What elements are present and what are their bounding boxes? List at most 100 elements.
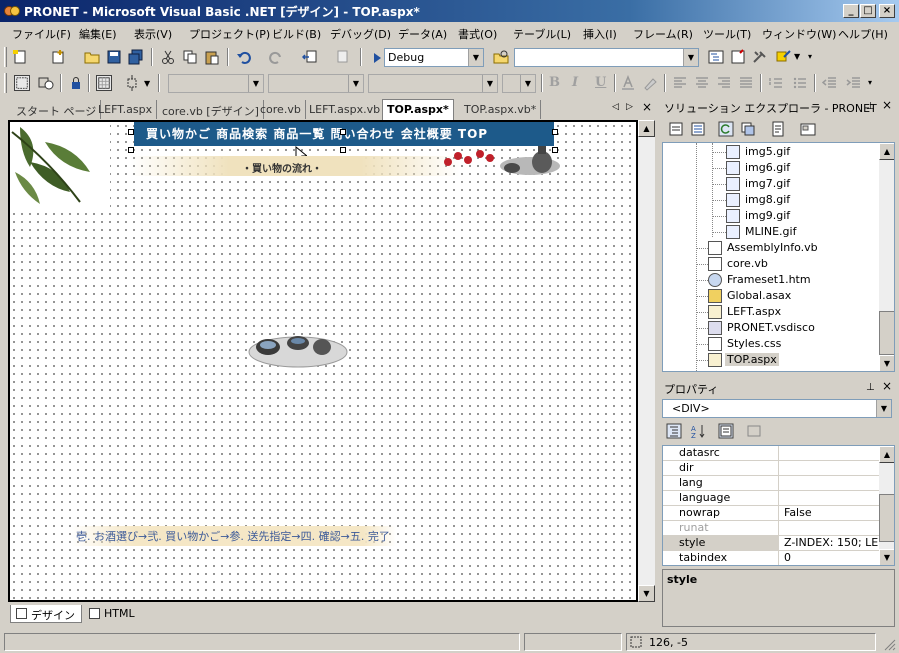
menu-tools[interactable]: ツール(T) (703, 26, 751, 42)
italic-button[interactable]: I (572, 75, 578, 90)
scroll-up-icon[interactable]: ▲ (879, 446, 894, 463)
scroll-down-icon[interactable]: ▼ (879, 549, 894, 565)
copy-project-icon[interactable] (740, 121, 756, 137)
view-code-icon[interactable] (770, 121, 786, 137)
design-mode-icon[interactable] (14, 75, 30, 91)
events-icon[interactable] (746, 423, 762, 439)
properties-title-bar[interactable]: プロパティ ⊥ × (660, 379, 896, 397)
chevron-down-icon[interactable]: ▼ (482, 75, 497, 92)
menu-table[interactable]: テーブル(L) (513, 26, 571, 42)
copy-icon[interactable] (182, 49, 198, 65)
properties-vertical-scrollbar[interactable]: ▲ ▼ (879, 446, 894, 565)
class-view-icon[interactable] (776, 49, 792, 65)
menu-help[interactable]: ヘルプ(H) (838, 26, 888, 42)
align-center-icon[interactable] (694, 75, 710, 91)
property-row-dir[interactable]: dir (663, 461, 879, 476)
scroll-thumb[interactable] (879, 494, 894, 542)
properties-icon[interactable] (668, 121, 684, 137)
tab-core-vb-design[interactable]: core.vb [デザイン] (158, 100, 264, 119)
navigate-backward-icon[interactable] (302, 49, 318, 65)
selection-handle[interactable] (552, 129, 558, 135)
title-bar[interactable]: PRONET - Microsoft Visual Basic .NET [デザ… (0, 0, 899, 22)
designer-vertical-scrollbar[interactable]: ▲ ▼ (638, 120, 655, 602)
align-right-icon[interactable] (716, 75, 732, 91)
purchase-steps-text[interactable]: 壱. お酒選び→弐. 買い物かご→参. 送先指定→四. 確認→五. 完了 (70, 526, 396, 546)
scroll-up-icon[interactable]: ▲ (879, 143, 894, 160)
maximize-button[interactable]: □ (860, 4, 876, 18)
menu-file[interactable]: ファイル(F) (12, 26, 71, 42)
new-project-icon[interactable] (12, 49, 28, 65)
start-debug-icon[interactable] (370, 51, 384, 65)
bulleted-list-icon[interactable] (792, 75, 808, 91)
tab-top-aspx-vb[interactable]: TOP.aspx.vb* (460, 100, 542, 119)
close-document-icon[interactable]: × (642, 100, 652, 114)
chevron-down-icon[interactable]: ▼ (876, 400, 891, 417)
menu-build[interactable]: ビルド(B) (272, 26, 321, 42)
chevron-down-icon[interactable]: ▼ (348, 75, 363, 92)
outdent-icon[interactable] (822, 75, 838, 91)
save-icon[interactable] (106, 49, 122, 65)
lock-element-icon[interactable] (68, 75, 84, 91)
block-format-combo[interactable]: ▼ (168, 74, 264, 93)
chevron-down-icon[interactable]: ▼ (468, 49, 483, 66)
solution-explorer-icon[interactable] (708, 49, 724, 65)
property-row-tabindex[interactable]: tabindex 0 (663, 551, 879, 565)
solution-explorer-title-bar[interactable]: ソリューション エクスプローラ - PRONET ⊥ × (660, 98, 896, 116)
toolbar-overflow-icon[interactable]: ▾ (868, 78, 872, 87)
indent-icon[interactable] (846, 75, 862, 91)
scroll-down-icon[interactable]: ▼ (638, 585, 655, 602)
chevron-down-icon[interactable]: ▼ (794, 52, 800, 61)
properties-window-icon[interactable] (730, 49, 746, 65)
menu-window[interactable]: ウィンドウ(W) (762, 26, 836, 42)
property-row-runat[interactable]: runat (663, 521, 879, 536)
tree-vertical-scrollbar[interactable]: ▲ ▼ (879, 143, 894, 371)
scroll-thumb[interactable] (879, 311, 894, 355)
close-button[interactable]: × (879, 4, 895, 18)
property-row-style[interactable]: style Z-INDEX: 150; LEF (663, 536, 879, 551)
solution-configuration-combo[interactable]: Debug ▼ (384, 48, 484, 67)
scroll-tabs-left-icon[interactable]: ◁ (612, 102, 619, 112)
tab-html-view[interactable]: HTML (84, 605, 141, 623)
scroll-down-icon[interactable]: ▼ (879, 355, 894, 371)
menu-frame[interactable]: フレーム(R) (633, 26, 693, 42)
highlight-color-icon[interactable] (642, 75, 658, 91)
find-in-files-icon[interactable] (493, 49, 509, 65)
bold-button[interactable]: B (549, 75, 560, 90)
tab-core-vb[interactable]: core.vb (256, 100, 306, 119)
chevron-down-icon[interactable]: ▼ (248, 75, 263, 92)
close-pane-icon[interactable]: × (882, 379, 892, 393)
property-row-lang[interactable]: lang (663, 476, 879, 491)
tab-left-aspx-vb[interactable]: LEFT.aspx.vb (305, 100, 386, 119)
menu-edit[interactable]: 編集(E) (79, 26, 117, 42)
menu-view[interactable]: 表示(V) (134, 26, 172, 42)
refresh-icon[interactable] (718, 121, 734, 137)
selection-handle[interactable] (340, 129, 346, 135)
font-color-icon[interactable] (620, 75, 636, 91)
align-left-icon[interactable] (672, 75, 688, 91)
menu-debug[interactable]: デバッグ(D) (330, 26, 391, 42)
toolbar-grip[interactable] (4, 47, 7, 67)
tab-design-view[interactable]: デザイン (10, 605, 82, 623)
view-designer-icon[interactable] (800, 121, 816, 137)
resize-grip-icon[interactable] (882, 637, 896, 651)
property-row-datasrc[interactable]: datasrc (663, 446, 879, 461)
numbered-list-icon[interactable] (768, 75, 784, 91)
pin-icon[interactable]: ⊥ (866, 101, 875, 112)
paste-icon[interactable] (204, 49, 220, 65)
menu-format[interactable]: 書式(O) (458, 26, 497, 42)
underline-button[interactable]: U (595, 75, 606, 90)
properties-grid[interactable]: datasrc dir lang language nowrap False ru… (662, 445, 895, 566)
chevron-down-icon[interactable]: ▼ (683, 49, 698, 66)
alphabetical-icon[interactable]: AZ (690, 423, 706, 439)
selection-handle[interactable] (128, 147, 134, 153)
display-details-icon[interactable] (38, 75, 54, 91)
font-name-combo[interactable]: ▼ (268, 74, 364, 93)
chevron-down-icon[interactable]: ▼ (520, 75, 535, 92)
open-folder-icon[interactable] (84, 49, 100, 65)
properties-object-combo[interactable]: <DIV> ▼ (662, 399, 892, 418)
toolbox-icon[interactable] (752, 49, 768, 65)
property-row-language[interactable]: language (663, 491, 879, 506)
redo-icon[interactable] (268, 49, 284, 65)
toolbar-grip[interactable] (4, 73, 7, 93)
tab-left-aspx[interactable]: LEFT.aspx (94, 100, 158, 119)
